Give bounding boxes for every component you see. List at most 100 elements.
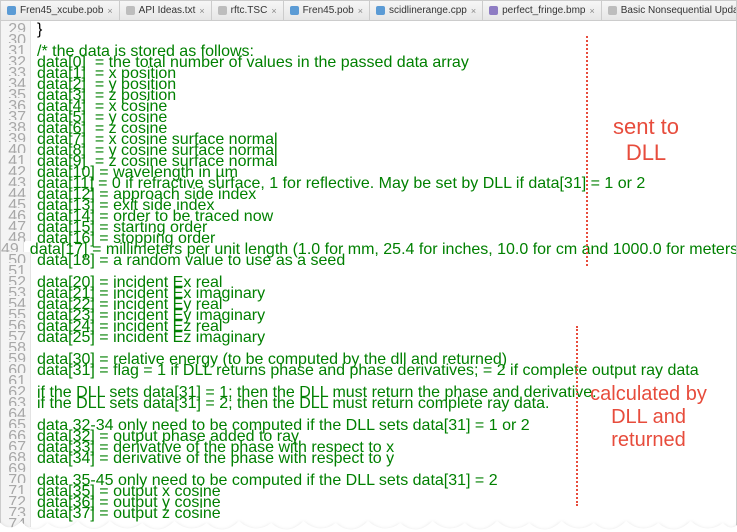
code-line[interactable]: 50data[18] = a random value to use as a …	[1, 252, 736, 263]
line-number: 35	[1, 87, 31, 98]
line-number: 66	[1, 428, 31, 439]
tab-label: rftc.TSC	[231, 5, 268, 16]
tab-4[interactable]: scidlinerange.cpp×	[370, 1, 483, 20]
close-icon[interactable]: ×	[358, 6, 363, 16]
code-line[interactable]: 54data[22] = incident Ey real	[1, 296, 736, 307]
tab-label: Fren45.pob	[303, 5, 354, 16]
line-number: 46	[1, 208, 31, 219]
tab-0[interactable]: Fren45_xcube.pob ×	[1, 1, 120, 20]
code-line[interactable]: 52data[20] = incident Ex real	[1, 274, 736, 285]
line-number: 57	[1, 329, 31, 340]
line-content: data[13] = exit side index	[31, 197, 736, 208]
line-content: data[24] = incident Ez real	[31, 318, 736, 329]
line-number: 74	[1, 516, 31, 527]
annotation-calculated-by-dll: calculated by DLL and returned	[581, 383, 716, 452]
close-icon[interactable]: ×	[199, 6, 204, 16]
line-number: 60	[1, 362, 31, 373]
line-number: 56	[1, 318, 31, 329]
code-line[interactable]: 32data[0] = the total number of values i…	[1, 54, 736, 65]
line-content: data[15] = starting order	[31, 219, 736, 230]
line-content: data[20] = incident Ex real	[31, 274, 736, 285]
annotation-divider-1	[586, 36, 588, 266]
code-line[interactable]: 31/* the data is stored as follows:	[1, 43, 736, 54]
code-line[interactable]: 43data[11] = 0 if refractive surface, 1 …	[1, 175, 736, 186]
line-number: 71	[1, 483, 31, 494]
code-line[interactable]: 56data[24] = incident Ez real	[1, 318, 736, 329]
line-number: 33	[1, 65, 31, 76]
line-number: 45	[1, 197, 31, 208]
line-number: 64	[1, 406, 31, 417]
line-number: 59	[1, 351, 31, 362]
line-number: 40	[1, 142, 31, 153]
line-content: data[35] = output x cosine	[31, 483, 736, 494]
code-line[interactable]: 45data[13] = exit side index	[1, 197, 736, 208]
code-line[interactable]: 30	[1, 32, 736, 43]
line-number: 48	[1, 230, 31, 241]
code-line[interactable]: 47data[15] = starting order	[1, 219, 736, 230]
tab-6[interactable]: Basic Nonsequential Updated.ZPL×	[602, 1, 736, 20]
code-line[interactable]: 49data[17] = millimeters per unit length…	[1, 241, 736, 252]
close-icon[interactable]: ×	[471, 6, 476, 16]
code-line[interactable]: 33data[1] = x position	[1, 65, 736, 76]
line-content: data[25] = incident Ez imaginary	[31, 329, 736, 340]
file-type-icon	[489, 6, 498, 15]
line-number: 47	[1, 219, 31, 230]
line-content	[31, 461, 736, 472]
tab-2[interactable]: rftc.TSC×	[212, 1, 284, 20]
code-line[interactable]: 36data[4] = x cosine	[1, 98, 736, 109]
line-number: 34	[1, 76, 31, 87]
tab-label: Basic Nonsequential Updated.ZPL	[621, 5, 736, 16]
code-line[interactable]: 46data[14] = order to be traced now	[1, 208, 736, 219]
code-line[interactable]: 59data[30] = relative energy (to be comp…	[1, 351, 736, 362]
tab-5[interactable]: perfect_fringe.bmp ×	[483, 1, 602, 20]
tab-1[interactable]: API Ideas.txt×	[120, 1, 212, 20]
code-line[interactable]: 34data[2] = y position	[1, 76, 736, 87]
code-line[interactable]: 70data 35-45 only need to be computed if…	[1, 472, 736, 483]
line-number: 58	[1, 340, 31, 351]
annotation-divider-2	[576, 326, 578, 506]
line-content: data 35-45 only need to be computed if t…	[31, 472, 736, 483]
line-content: data[3] = z position	[31, 87, 736, 98]
line-content: /* the data is stored as follows:	[31, 43, 736, 54]
code-line[interactable]: 72data[36] = output y cosine	[1, 494, 736, 505]
line-number: 54	[1, 296, 31, 307]
line-number: 69	[1, 461, 31, 472]
code-line[interactable]: 44data[12] = approach side index	[1, 186, 736, 197]
code-line[interactable]: 69	[1, 461, 736, 472]
file-type-icon	[218, 6, 227, 15]
line-number: 37	[1, 109, 31, 120]
code-line[interactable]: 74	[1, 516, 736, 527]
tab-3[interactable]: Fren45.pob ×	[284, 1, 370, 20]
line-number: 72	[1, 494, 31, 505]
line-content: data[18] = a random value to use as a se…	[31, 252, 736, 263]
line-content	[31, 516, 736, 527]
code-line[interactable]: 73data[37] = output z cosine	[1, 505, 736, 516]
line-content	[31, 32, 736, 43]
code-line[interactable]: 29}	[1, 21, 736, 32]
line-content: data[1] = x position	[31, 65, 736, 76]
code-line[interactable]: 55data[23] = incident Ey imaginary	[1, 307, 736, 318]
editor-window: Fren45_xcube.pob×API Ideas.txt×rftc.TSC×…	[0, 0, 737, 532]
line-content: data[23] = incident Ey imaginary	[31, 307, 736, 318]
close-icon[interactable]: ×	[271, 6, 276, 16]
code-line[interactable]: 58	[1, 340, 736, 351]
code-line[interactable]: 51	[1, 263, 736, 274]
line-number: 70	[1, 472, 31, 483]
code-line[interactable]: 57data[25] = incident Ez imaginary	[1, 329, 736, 340]
file-type-icon	[126, 6, 135, 15]
code-line[interactable]: 60data[31] = flag = 1 if DLL returns pha…	[1, 362, 736, 373]
code-line[interactable]: 35data[3] = z position	[1, 87, 736, 98]
close-icon[interactable]: ×	[107, 6, 112, 16]
close-icon[interactable]: ×	[589, 6, 594, 16]
code-editor[interactable]: 29}3031/* the data is stored as follows:…	[1, 21, 736, 531]
line-number: 61	[1, 373, 31, 384]
tab-bar: Fren45_xcube.pob×API Ideas.txt×rftc.TSC×…	[1, 1, 736, 21]
code-line[interactable]: 71data[35] = output x cosine	[1, 483, 736, 494]
line-content: data[14] = order to be traced now	[31, 208, 736, 219]
line-number: 42	[1, 164, 31, 175]
code-line[interactable]: 53data[21] = incident Ex imaginary	[1, 285, 736, 296]
line-number: 43	[1, 175, 31, 186]
code-line[interactable]: 48data[16] = stopping order	[1, 230, 736, 241]
tab-label: perfect_fringe.bmp	[502, 5, 585, 16]
tab-label: Fren45_xcube.pob	[20, 5, 103, 16]
